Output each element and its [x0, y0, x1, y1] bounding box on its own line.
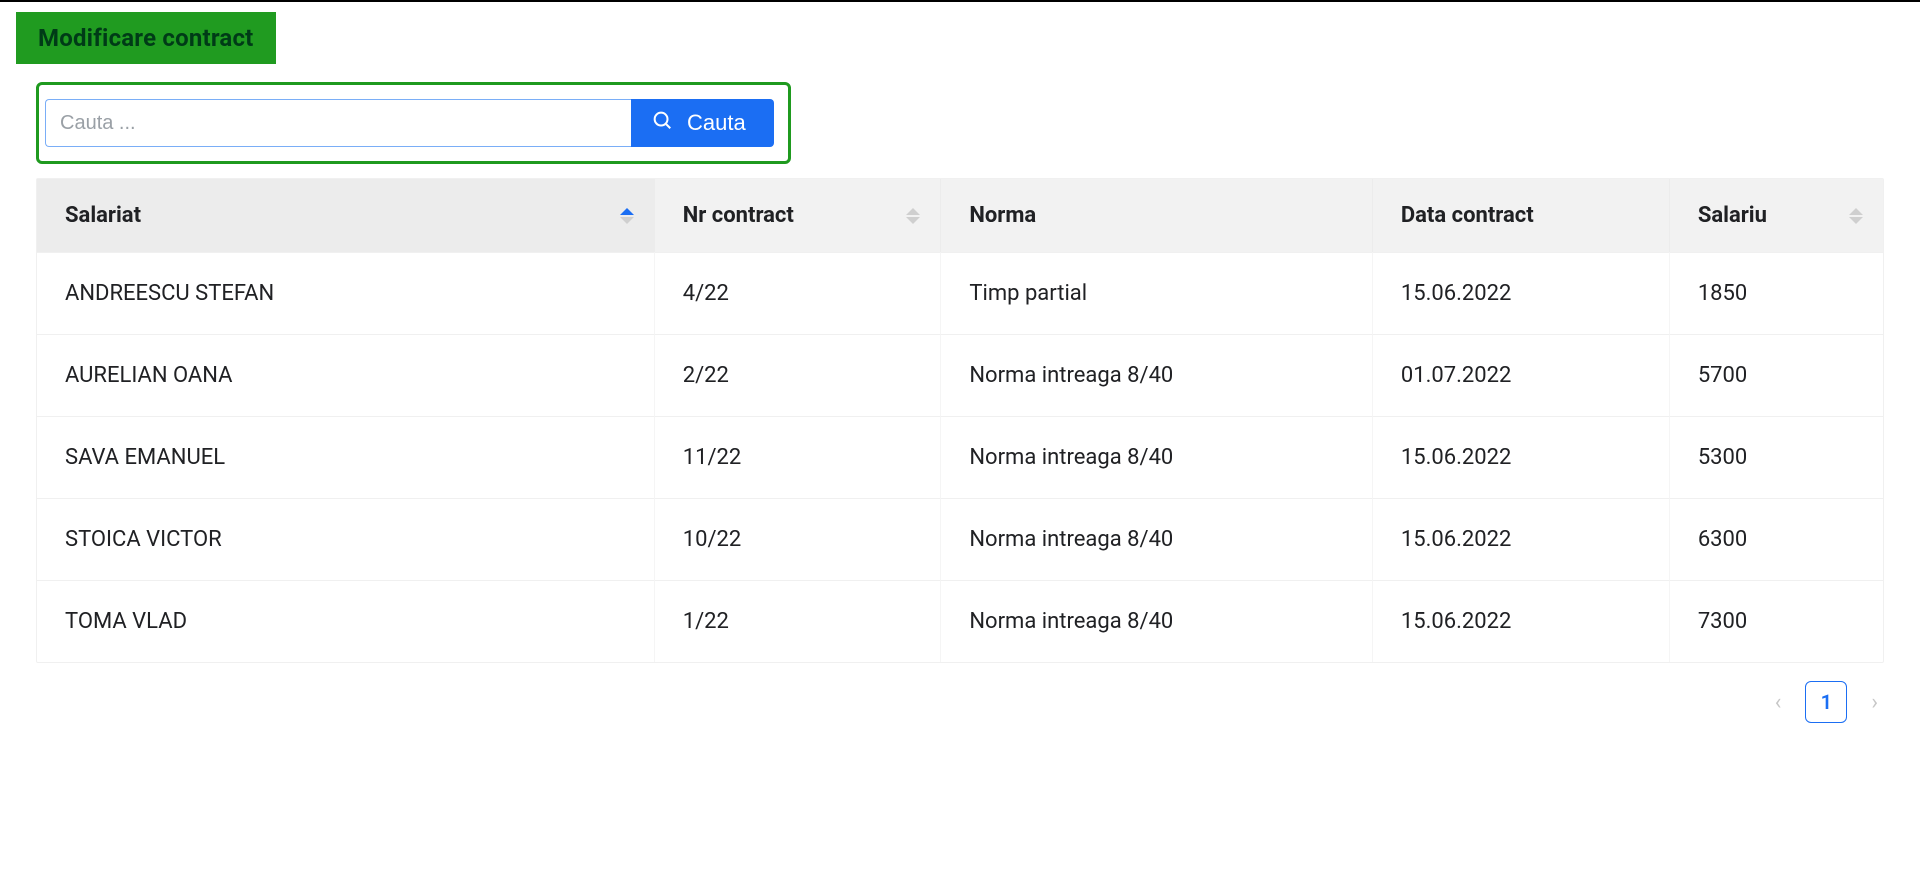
search-button-label: Cauta [687, 110, 746, 136]
cell-data: 15.06.2022 [1373, 498, 1670, 580]
cell-nrcontract: 10/22 [655, 498, 942, 580]
cell-data: 15.06.2022 [1373, 416, 1670, 498]
cell-nrcontract: 11/22 [655, 416, 942, 498]
cell-salariu: 5700 [1670, 334, 1883, 416]
cell-norma: Norma intreaga 8/40 [941, 580, 1372, 662]
cell-salariu: 5300 [1670, 416, 1883, 498]
col-header-salariat[interactable]: Salariat [37, 179, 655, 252]
sort-icon [620, 208, 634, 224]
col-header-label: Norma [969, 203, 1036, 228]
search-input[interactable] [45, 99, 631, 147]
col-header-norma: Norma [941, 179, 1372, 252]
col-header-data: Data contract [1373, 179, 1670, 252]
sort-icon [906, 208, 920, 224]
table-row[interactable]: ANDREESCU STEFAN4/22Timp partial15.06.20… [37, 252, 1883, 334]
col-header-nrcontract[interactable]: Nr contract [655, 179, 942, 252]
cell-norma: Norma intreaga 8/40 [941, 416, 1372, 498]
page-header: Modificare contract [0, 2, 1920, 82]
pagination-prev[interactable]: ‹ [1775, 690, 1782, 715]
cell-data: 15.06.2022 [1373, 252, 1670, 334]
search-button[interactable]: Cauta [631, 99, 774, 147]
cell-nrcontract: 1/22 [655, 580, 942, 662]
search-icon [651, 109, 673, 137]
cell-salariu: 1850 [1670, 252, 1883, 334]
table-row[interactable]: STOICA VICTOR10/22Norma intreaga 8/4015.… [37, 498, 1883, 580]
pagination-page-current[interactable]: 1 [1805, 681, 1847, 723]
sort-icon [1849, 208, 1863, 224]
cell-nrcontract: 4/22 [655, 252, 942, 334]
page-title: Modificare contract [16, 12, 276, 64]
table-row[interactable]: AURELIAN OANA2/22Norma intreaga 8/4001.0… [37, 334, 1883, 416]
table-row[interactable]: SAVA EMANUEL11/22Norma intreaga 8/4015.0… [37, 416, 1883, 498]
cell-salariat: ANDREESCU STEFAN [37, 252, 655, 334]
cell-data: 15.06.2022 [1373, 580, 1670, 662]
cell-salariu: 6300 [1670, 498, 1883, 580]
pagination: ‹ 1 › [36, 663, 1884, 723]
search-container: Cauta [36, 82, 791, 164]
pagination-next[interactable]: › [1871, 690, 1878, 715]
cell-salariu: 7300 [1670, 580, 1883, 662]
cell-data: 01.07.2022 [1373, 334, 1670, 416]
cell-salariat: STOICA VICTOR [37, 498, 655, 580]
col-header-salariu[interactable]: Salariu [1670, 179, 1883, 252]
main-content: Cauta Salariat Nr contract [0, 82, 1920, 753]
cell-norma: Timp partial [941, 252, 1372, 334]
cell-nrcontract: 2/22 [655, 334, 942, 416]
col-header-label: Salariu [1698, 203, 1767, 228]
cell-norma: Norma intreaga 8/40 [941, 498, 1372, 580]
cell-norma: Norma intreaga 8/40 [941, 334, 1372, 416]
cell-salariat: TOMA VLAD [37, 580, 655, 662]
cell-salariat: SAVA EMANUEL [37, 416, 655, 498]
contracts-table: Salariat Nr contract Norma [36, 178, 1884, 663]
col-header-label: Data contract [1401, 203, 1534, 228]
cell-salariat: AURELIAN OANA [37, 334, 655, 416]
col-header-label: Salariat [65, 203, 141, 228]
table-row[interactable]: TOMA VLAD1/22Norma intreaga 8/4015.06.20… [37, 580, 1883, 662]
table-header-row: Salariat Nr contract Norma [37, 179, 1883, 252]
col-header-label: Nr contract [683, 203, 794, 228]
